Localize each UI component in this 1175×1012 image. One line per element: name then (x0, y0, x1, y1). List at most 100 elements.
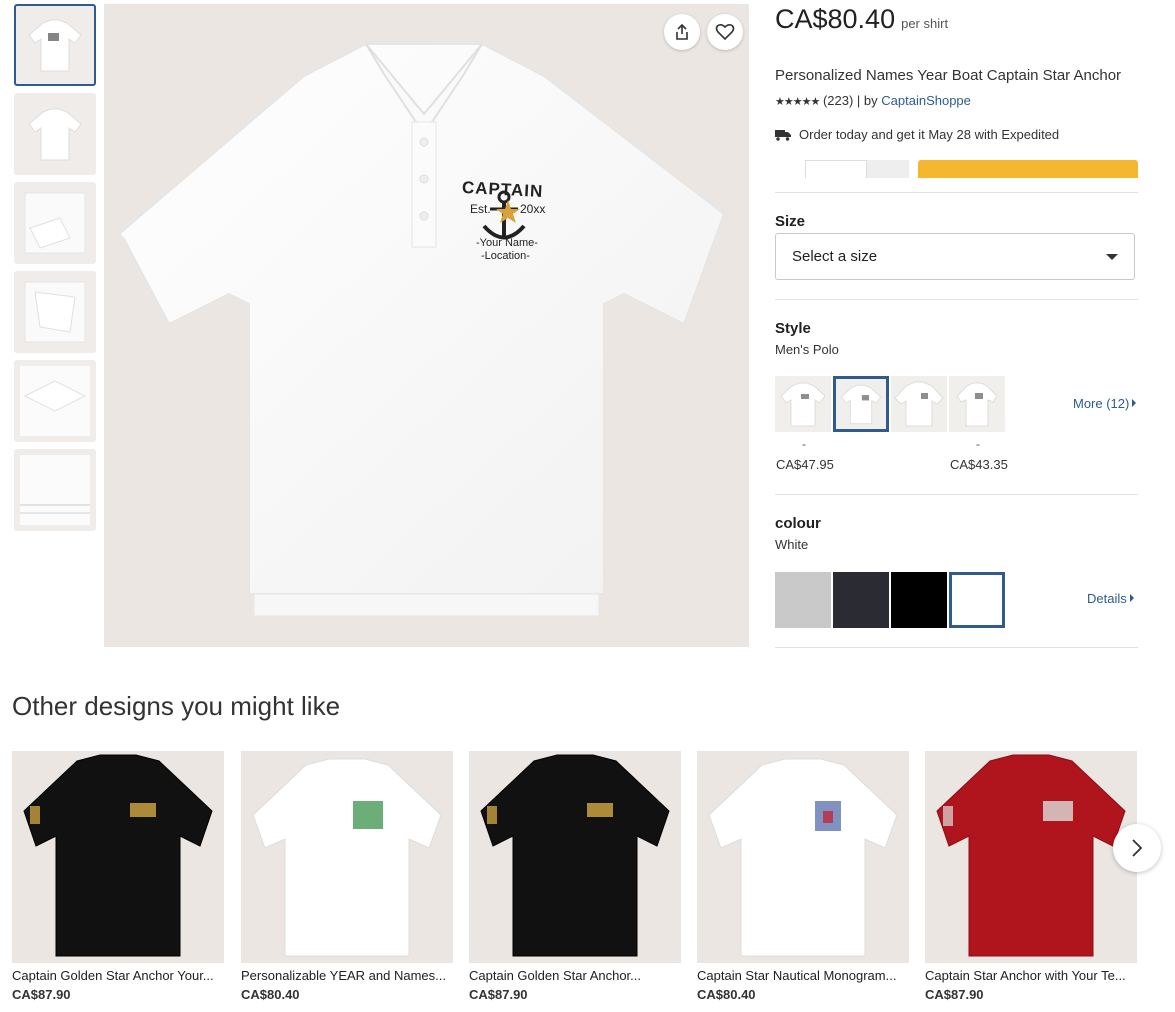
quantity-input[interactable] (805, 160, 867, 178)
style-option-4[interactable] (949, 376, 1005, 432)
polo-shirt-icon (708, 758, 898, 957)
polo-style-icon (840, 384, 882, 425)
polo-style-icon (894, 381, 944, 427)
shirt-collar-icon (20, 366, 90, 436)
style-label: Style (775, 320, 811, 337)
polo-style-icon (956, 382, 998, 427)
price-unit: per shirt (901, 16, 949, 31)
recommendation-card[interactable]: Captain Star Anchor with Your Te... CA$8… (925, 751, 1137, 1002)
recommendation-card[interactable]: Captain Golden Star Anchor... CA$87.90 (469, 751, 681, 1002)
style-option-1-price: CA$47.95 (776, 457, 834, 472)
details-label: Details (1087, 591, 1127, 606)
shirt-hem-icon (20, 455, 90, 525)
carousel-next-button[interactable] (1113, 824, 1161, 872)
recommendation-price: CA$87.90 (925, 987, 984, 1002)
shirt-side-icon (24, 281, 86, 343)
shirt-back-icon (28, 108, 82, 161)
chevron-right-icon (1132, 399, 1137, 407)
style-option-2[interactable] (833, 376, 889, 432)
style-selected: Men's Polo (775, 342, 839, 357)
recommendation-card[interactable]: Captain Golden Star Anchor Your... CA$87… (12, 751, 224, 1002)
divider (775, 494, 1138, 495)
recommendation-image[interactable] (12, 751, 224, 963)
recommendation-price: CA$80.40 (241, 987, 300, 1002)
quantity-stepper[interactable] (867, 160, 909, 178)
share-icon (676, 23, 688, 40)
swatch-white[interactable] (949, 572, 1005, 628)
review-count[interactable]: (223) (823, 93, 853, 108)
polo-shirt-icon (23, 754, 213, 957)
style-option-1[interactable] (775, 376, 831, 432)
colour-swatches (775, 572, 1005, 628)
divider (775, 299, 1138, 300)
recommendation-price: CA$80.40 (697, 987, 756, 1002)
shirt-sleeve-icon (24, 192, 86, 254)
product-rating: ★★★★★ (223) | by CaptainShoppe (775, 93, 971, 108)
style-option-4-dash: - (976, 437, 980, 451)
thumbnail-6[interactable] (14, 449, 96, 531)
recommendation-title[interactable]: Personalizable YEAR and Names... (241, 968, 453, 983)
swatch-charcoal[interactable] (833, 572, 889, 628)
divider (775, 647, 1138, 648)
other-designs-heading: Other designs you might like (12, 691, 341, 721)
recommendation-price: CA$87.90 (469, 987, 528, 1002)
recommendation-card[interactable]: Personalizable YEAR and Names... CA$80.4… (241, 751, 453, 1002)
swatch-heather-grey[interactable] (775, 572, 831, 628)
thumbnail-list (14, 4, 96, 538)
style-option-3[interactable] (891, 376, 947, 432)
recommendation-title[interactable]: Captain Star Nautical Monogram... (697, 968, 909, 983)
swatch-black[interactable] (891, 572, 947, 628)
chevron-right-icon (1132, 839, 1143, 857)
rating-stars: ★★★★★ (775, 96, 820, 108)
chevron-down-icon (1106, 253, 1118, 260)
shirt-thumbnail-icon (28, 19, 82, 72)
recommendation-card[interactable]: Captain Star Nautical Monogram... CA$80.… (697, 751, 909, 1002)
divider (775, 192, 1138, 193)
recommendation-title[interactable]: Captain Golden Star Anchor... (469, 968, 681, 983)
chevron-right-icon (1129, 594, 1134, 602)
thumbnail-5[interactable] (14, 360, 96, 442)
recommendation-price: CA$87.90 (12, 987, 71, 1002)
shirt-style-icon (780, 382, 826, 427)
embroidery-est: Est. (470, 202, 491, 216)
thumbnail-2[interactable] (14, 93, 96, 175)
thumbnail-4[interactable] (14, 271, 96, 353)
size-select[interactable]: Select a size (775, 233, 1135, 280)
polo-shirt-icon (936, 754, 1126, 957)
embroidery-name: -Your Name- (476, 237, 538, 249)
price-value: CA$80.40 (775, 4, 896, 34)
colour-label: colour (775, 515, 821, 532)
style-option-1-dash: - (802, 437, 806, 451)
recommendation-image[interactable] (925, 751, 1137, 963)
recommendation-image[interactable] (241, 751, 453, 963)
delivery-estimate: Order today and get it May 28 with Exped… (775, 127, 1059, 142)
add-to-cart-button[interactable] (918, 160, 1138, 178)
thumbnail-1[interactable] (14, 4, 96, 86)
main-product-image[interactable]: CAPTAIN Est. 20xx -Your Name- -Location- (104, 4, 749, 647)
size-placeholder: Select a size (792, 248, 878, 265)
product-title: Personalized Names Year Boat Captain Sta… (775, 67, 1122, 84)
recommendation-carousel: Captain Golden Star Anchor Your... CA$87… (12, 751, 1137, 1006)
recommendation-image[interactable] (469, 751, 681, 963)
embroidery-year: 20xx (520, 202, 546, 216)
embroidery-location: -Location- (481, 250, 530, 262)
product-price: CA$80.40 per shirt (775, 4, 948, 35)
more-styles-label: More (12) (1073, 396, 1130, 411)
colour-details-link[interactable]: Details (1087, 591, 1134, 606)
recommendation-image[interactable] (697, 751, 909, 963)
style-options (775, 376, 1005, 432)
recommendation-title[interactable]: Captain Golden Star Anchor Your... (12, 968, 224, 983)
embroidery-captain: CAPTAIN (461, 177, 544, 202)
recommendation-title[interactable]: Captain Star Anchor with Your Te... (925, 968, 1137, 983)
size-label: Size (775, 213, 806, 230)
more-styles-link[interactable]: More (12) (1073, 396, 1137, 411)
share-button[interactable] (664, 14, 700, 50)
seller-link[interactable]: CaptainShoppe (881, 93, 971, 108)
heart-icon (715, 23, 735, 41)
thumbnail-3[interactable] (14, 182, 96, 264)
polo-shirt-illustration (117, 43, 726, 617)
colour-selected: White (775, 537, 809, 552)
purchase-controls (775, 160, 1138, 178)
favorite-button[interactable] (707, 14, 743, 50)
by-text: | by (856, 93, 878, 108)
